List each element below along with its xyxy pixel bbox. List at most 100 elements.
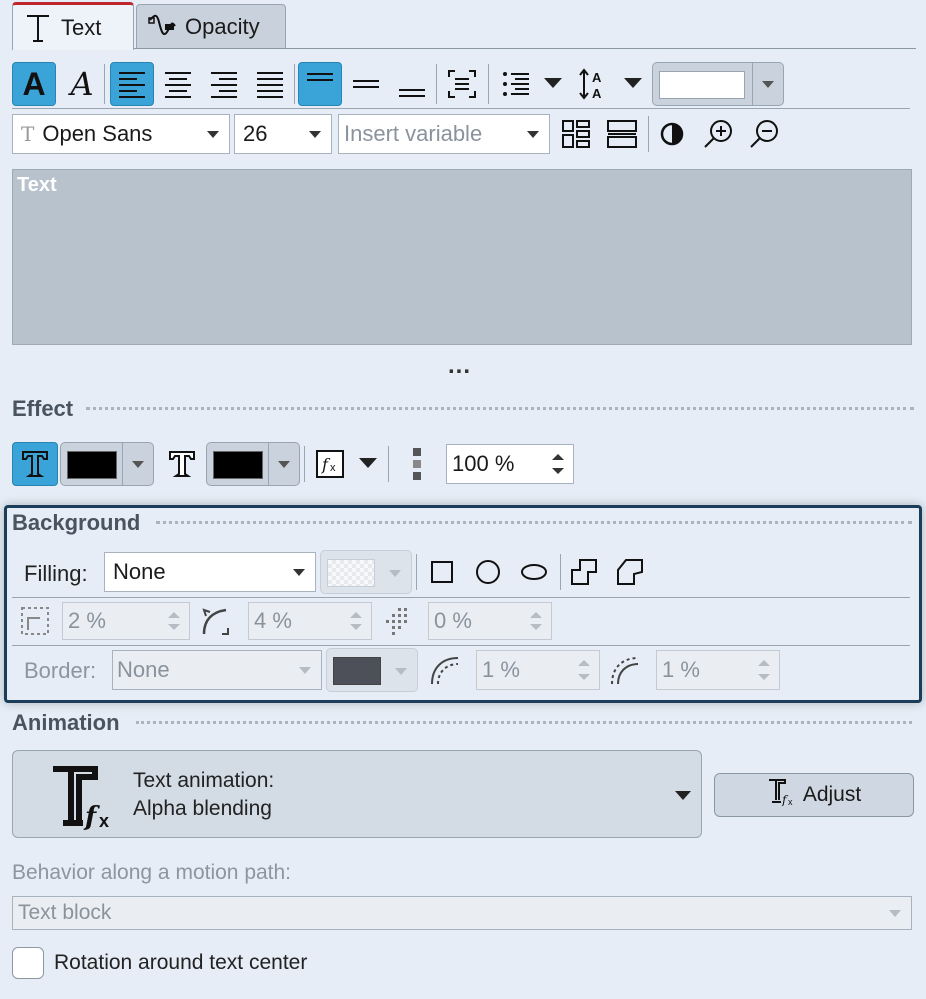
opacity-slider-icon [412,446,422,482]
valign-bottom-icon [399,89,425,97]
shape-step-button[interactable] [562,550,606,594]
margin-spinner[interactable]: 2 % [62,602,190,640]
outline-color-swatch [67,451,117,479]
effect-fx-button[interactable]: fx [308,442,352,486]
border-color-dropdown[interactable] [395,668,407,675]
text-color-dropdown[interactable] [752,63,783,105]
border-width-spinner-2[interactable]: 1 % [656,650,780,690]
text-animation-select[interactable]: fx Text animation: Alpha blending [12,750,702,838]
bold-a-icon: A [22,65,46,102]
spacing-dropdown-arrow[interactable] [624,78,642,88]
margin-icon [20,606,50,641]
border-select[interactable]: None [112,650,322,690]
svg-text:A: A [592,70,602,85]
border-offset-icon [608,654,640,691]
list-dropdown-arrow[interactable] [544,78,562,88]
tab-underline [12,48,916,49]
zoom-in-button[interactable] [696,112,740,156]
filling-color-dropdown[interactable] [389,570,401,577]
align-right-button[interactable] [202,62,246,106]
fx-dropdown-arrow[interactable] [359,458,377,468]
outline-color-picker[interactable] [60,442,154,486]
italic-button[interactable]: A [60,62,104,106]
shape-cut-corner-button[interactable] [608,550,652,594]
adjust-fx-icon: fx [767,778,795,812]
line-spacing-button[interactable]: AA [572,62,616,106]
border-color-swatch [333,657,381,685]
animation-divider [136,721,912,724]
corner-radius-value: 4 % [254,608,292,633]
valign-top-button[interactable] [298,62,342,106]
shadow-color-dropdown[interactable] [268,443,299,485]
motion-path-label: Behavior along a motion path: [12,861,292,884]
filling-color-picker[interactable] [320,550,412,594]
font-family-select[interactable]: T Open Sans [12,114,230,154]
filling-select[interactable]: None [104,552,316,592]
row-layout-icon [607,120,637,148]
margin-value: 2 % [68,608,106,633]
text-shadow-effect-button[interactable] [160,442,204,486]
valign-middle-icon [353,80,379,88]
row-layout-button[interactable] [600,112,644,156]
align-center-button[interactable] [156,62,200,106]
bullet-list-icon [503,72,529,96]
rotation-center-label: Rotation around text center [54,951,308,974]
valign-middle-button[interactable] [344,62,388,106]
text-input-value: Text [17,174,57,196]
border-value: None [117,657,170,682]
shadow-color-picker[interactable] [206,442,300,486]
corner-radius-icon [200,606,230,641]
bold-button[interactable]: A [12,62,56,106]
valign-top-icon [307,73,333,81]
shape-rectangle-button[interactable] [420,550,464,594]
font-type-icon: T [21,122,35,146]
cut-corner-shape-icon [617,559,643,585]
more-handle[interactable]: ... [448,352,471,380]
corner-radius-spinner[interactable]: 4 % [248,602,372,640]
adjust-button[interactable]: fx Adjust [714,773,914,817]
toolbar-separator [294,64,295,104]
background-divider [156,521,912,524]
adjust-button-label: Adjust [802,783,862,806]
shadow-spinner[interactable]: 0 % [428,602,552,640]
shape-circle-button[interactable] [466,550,510,594]
insert-variable-select[interactable]: Insert variable [338,114,550,154]
motion-path-value: Text block [18,901,112,924]
list-button[interactable] [494,62,538,106]
svg-text:x: x [99,811,109,831]
align-left-icon [119,72,145,98]
border-color-picker[interactable] [326,648,418,692]
effect-section-title: Effect [12,396,74,421]
motion-path-select[interactable]: Text block [12,896,912,930]
outline-color-dropdown[interactable] [122,443,153,485]
border-width-spinner-1[interactable]: 1 % [476,650,600,690]
toolbar-separator [304,446,305,482]
zoom-out-button[interactable] [742,112,786,156]
text-fit-button[interactable] [440,62,484,106]
align-left-button[interactable] [110,62,154,106]
toolbar-separator [560,554,561,590]
valign-bottom-button[interactable] [390,62,434,106]
insert-variable-placeholder: Insert variable [344,121,483,146]
toolbar-separator [648,116,649,152]
filling-color-swatch [327,559,375,587]
text-animation-dropdown-arrow [675,791,691,800]
font-size-value: 26 [243,121,268,146]
text-animation-label: Text animation: [133,769,275,792]
rotation-center-checkbox[interactable] [12,947,44,979]
tab-opacity[interactable]: Opacity [136,4,286,48]
text-animation-value: Alpha blending [133,797,272,820]
text-color-picker[interactable] [652,62,784,106]
tab-text[interactable]: Text [12,2,134,50]
grid-layout-button[interactable] [554,112,598,156]
font-size-select[interactable]: 26 [234,114,332,154]
toolbar-separator [436,64,437,104]
effect-opacity-spinner[interactable]: 100 % [446,444,574,484]
shape-ellipse-button[interactable] [512,550,556,594]
align-right-icon [211,72,237,98]
contrast-button[interactable] [650,112,694,156]
line-spacing-icon: AA [579,68,602,101]
text-outline-effect-button[interactable] [12,442,58,486]
align-justify-button[interactable] [248,62,292,106]
text-input-area[interactable]: Text [12,169,912,345]
